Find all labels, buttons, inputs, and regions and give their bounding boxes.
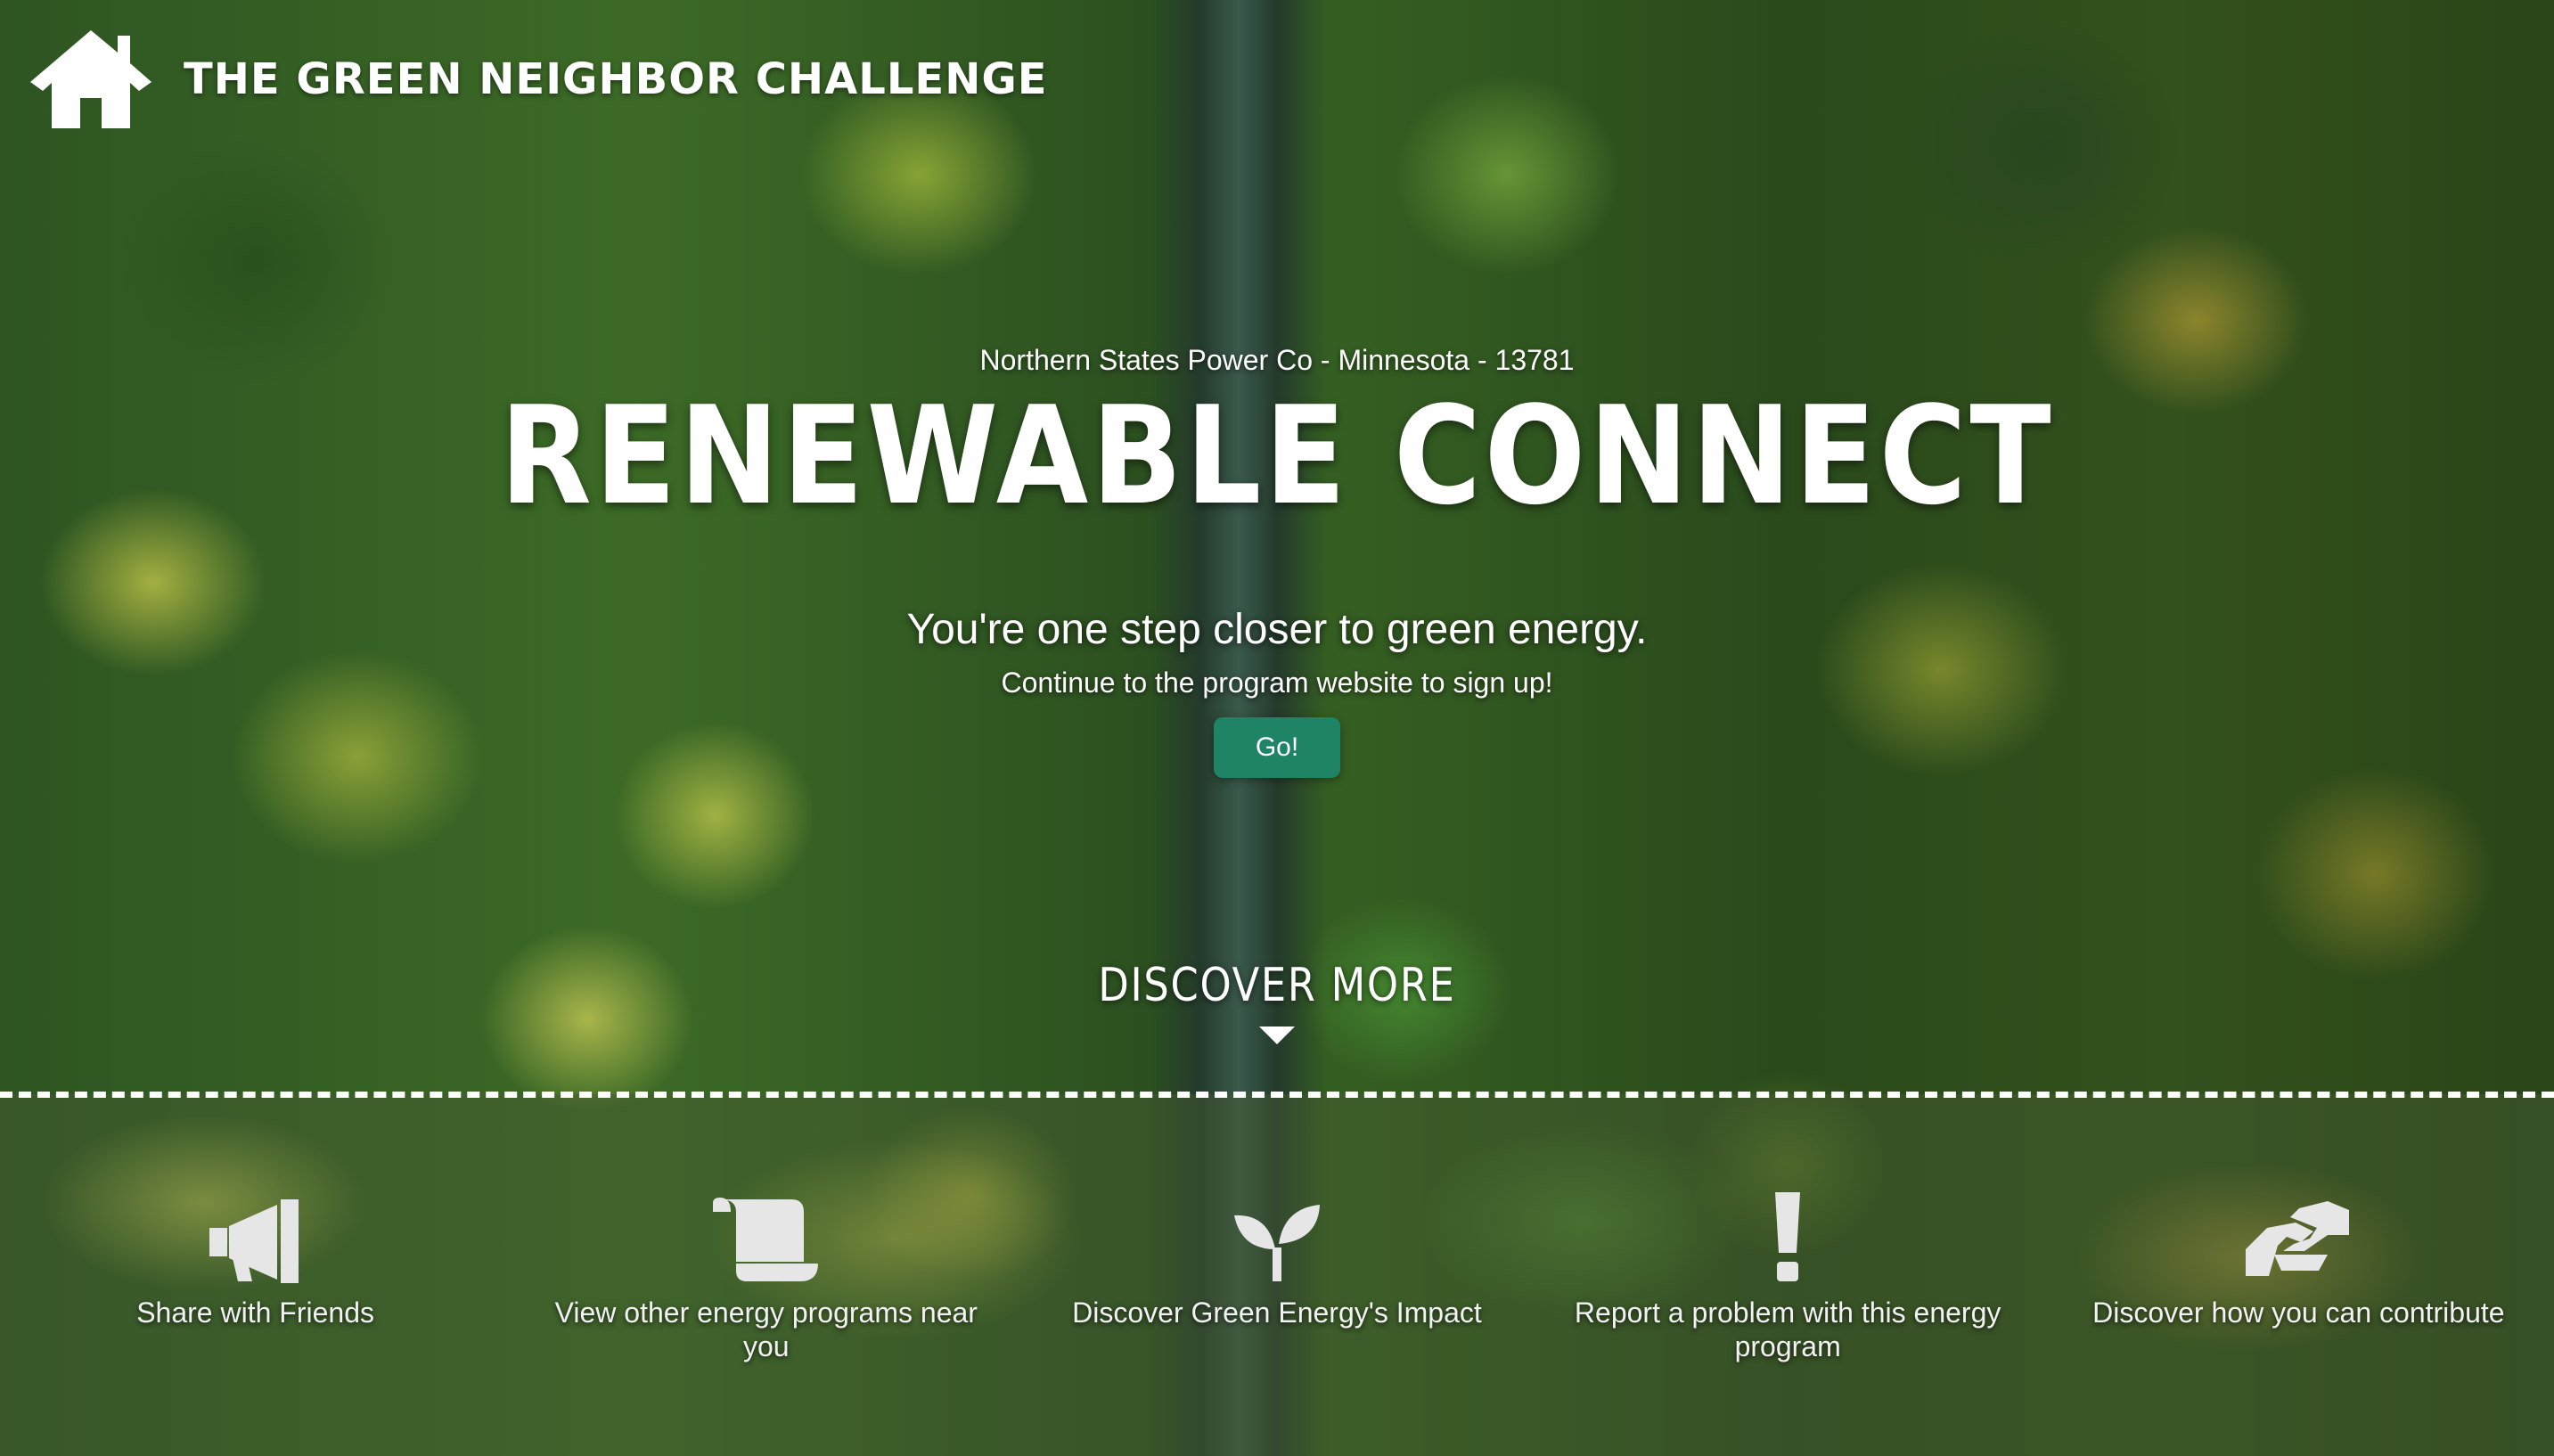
- action-label: Discover Green Energy's Impact: [1072, 1296, 1482, 1329]
- contribute-button[interactable]: Discover how you can contribute: [2075, 1176, 2521, 1363]
- share-with-friends-button[interactable]: Share with Friends: [33, 1176, 479, 1363]
- discover-more-link[interactable]: Discover More: [0, 959, 2554, 1044]
- tagline: You're one step closer to green energy.: [906, 606, 1648, 653]
- brand-title[interactable]: The Green Neighbor Challenge: [184, 54, 1048, 104]
- action-label: Discover how you can contribute: [2092, 1296, 2505, 1329]
- handshake-icon: [2246, 1201, 2350, 1276]
- action-label: View other energy programs near you: [554, 1296, 978, 1362]
- green-energy-impact-button[interactable]: Discover Green Energy's Impact: [1054, 1176, 1500, 1363]
- home-icon[interactable]: [25, 27, 157, 132]
- view-other-programs-button[interactable]: View other energy programs near you: [544, 1176, 989, 1363]
- report-problem-button[interactable]: Report a problem with this energy progra…: [1565, 1176, 2010, 1363]
- go-button[interactable]: Go!: [1214, 717, 1340, 778]
- action-label: Share with Friends: [136, 1296, 374, 1329]
- sprout-icon: [1233, 1205, 1320, 1281]
- signup-prompt: Continue to the program website to sign …: [1001, 667, 1553, 699]
- program-title: Renewable Connect: [499, 377, 2055, 535]
- action-label: Report a problem with this energy progra…: [1574, 1296, 2001, 1362]
- utility-name: Northern States Power Co - Minnesota - 1…: [979, 344, 1575, 376]
- exclamation-icon: [1775, 1192, 1801, 1281]
- scroll-icon: [712, 1198, 818, 1281]
- discover-more-label: Discover More: [1098, 959, 1456, 1012]
- caret-down-icon: [1259, 1027, 1295, 1044]
- hero-section: Northern States Power Co - Minnesota - 1…: [0, 344, 2554, 778]
- megaphone-icon: [209, 1199, 299, 1283]
- site-header: The Green Neighbor Challenge: [25, 27, 1048, 132]
- action-bar: Share with Friends View other energy pro…: [0, 1176, 2554, 1363]
- dashed-divider: [0, 1092, 2554, 1098]
